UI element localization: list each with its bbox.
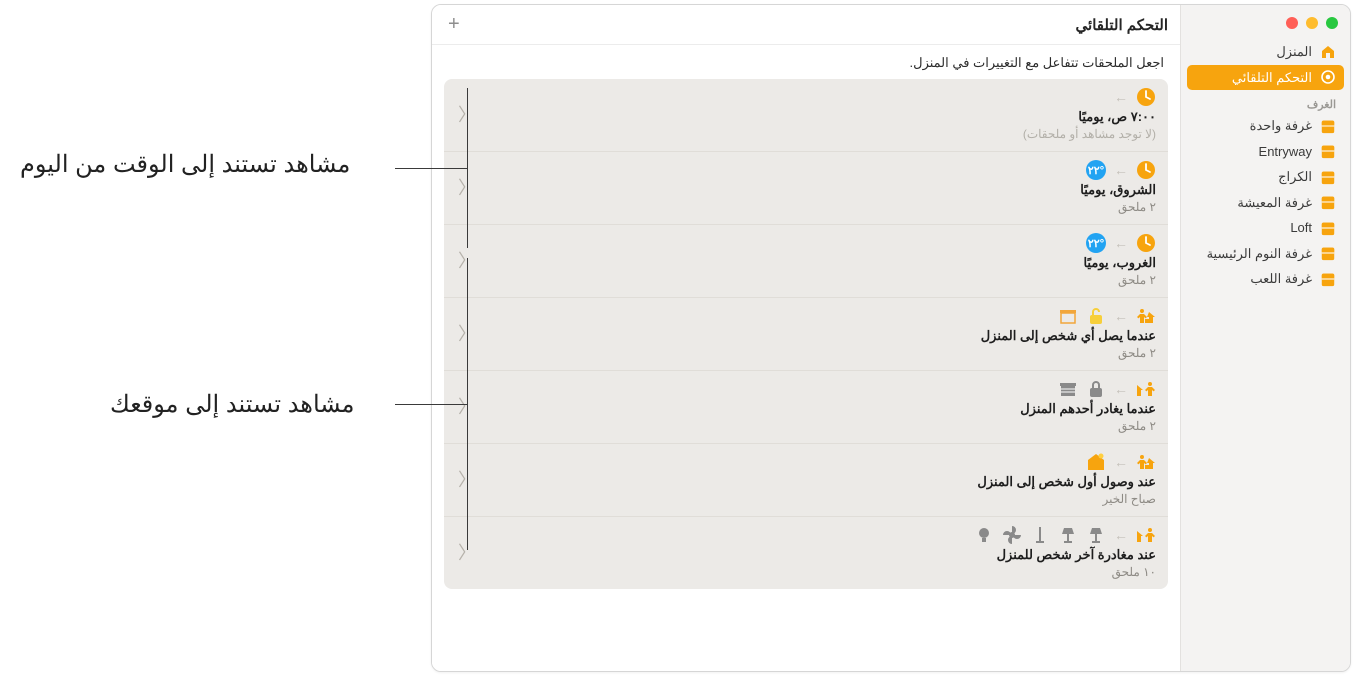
page-title: التحكم التلقائي: [1076, 16, 1168, 34]
bracket-location: [467, 258, 468, 550]
sidebar-item-room[interactable]: Entryway: [1181, 139, 1350, 165]
automation-meta: ٢ ملحق: [478, 200, 1156, 214]
arrow-icon: ←: [1114, 454, 1128, 470]
main-pane: التحكم التلقائي + اجعل الملحقات تتفاعل م…: [432, 5, 1180, 671]
titlebar: التحكم التلقائي +: [432, 5, 1180, 45]
person-leave-icon: [1136, 525, 1156, 545]
automation-meta: (لا توجد مشاهد أو ملحقات): [478, 127, 1156, 141]
automation-meta: ٢ ملحق: [478, 419, 1156, 433]
lamp-icon: [1058, 525, 1078, 545]
callout-time: مشاهد تستند إلى الوقت من اليوم: [20, 150, 350, 179]
bulb-icon: [974, 525, 994, 545]
lead-time: [395, 168, 467, 169]
sidebar-item-home[interactable]: المنزل: [1181, 39, 1350, 65]
sidebar-item-room[interactable]: غرفة واحدة: [1181, 113, 1350, 139]
room-icon: [1320, 194, 1336, 210]
stick-icon: [1030, 525, 1050, 545]
automation-row[interactable]: ←°٢٢ الشروق، يوميًا ٢ ملحق 〈: [444, 152, 1168, 225]
garage-open-icon: [1058, 306, 1078, 326]
bracket-time: [467, 88, 468, 248]
arrow-icon: ←: [1114, 527, 1128, 543]
sidebar-label-automation: التحكم التلقائي: [1232, 68, 1312, 88]
automation-title: الشروق، يوميًا: [478, 182, 1156, 198]
sidebar-rooms-header: الغرف: [1181, 90, 1350, 113]
sidebar-item-room[interactable]: غرفة النوم الرئيسية: [1181, 241, 1350, 267]
sidebar: المنزل التحكم التلقائي الغرف غرفة واحدة E…: [1180, 5, 1350, 671]
room-icon: [1320, 143, 1336, 159]
callout-location: مشاهد تستند إلى موقعك: [110, 390, 355, 419]
sidebar-room-label: غرفة النوم الرئيسية: [1207, 244, 1312, 264]
clock-icon: [1136, 233, 1156, 253]
automation-title: عند وصول أول شخص إلى المنزل: [478, 474, 1156, 490]
person-arrive-icon: [1136, 306, 1156, 326]
temp-icon: °٢٢: [1086, 233, 1106, 253]
lamp-icon: [1086, 525, 1106, 545]
unlock-icon: [1086, 306, 1106, 326]
arrow-icon: ←: [1114, 89, 1128, 105]
automation-meta: ٢ ملحق: [478, 273, 1156, 287]
arrow-icon: ←: [1114, 381, 1128, 397]
clock-icon: [1136, 160, 1156, 180]
person-arrive-icon: [1136, 452, 1156, 472]
sidebar-item-room[interactable]: غرفة اللعب: [1181, 266, 1350, 292]
automation-meta: صباح الخير: [478, 492, 1156, 506]
minimize-icon[interactable]: [1306, 17, 1318, 29]
sidebar-room-label: Entryway: [1259, 142, 1312, 162]
arrow-icon: ←: [1114, 162, 1128, 178]
room-icon: [1320, 118, 1336, 134]
automation-row[interactable]: ← ٧:٠٠ ص، يوميًا (لا توجد مشاهد أو ملحقا…: [444, 79, 1168, 152]
arrow-icon: ←: [1114, 308, 1128, 324]
lock-icon: [1086, 379, 1106, 399]
automation-meta: ١٠ ملحق: [478, 565, 1156, 579]
sidebar-room-label: غرفة المعيشة: [1237, 193, 1312, 213]
clock-icon: [1136, 87, 1156, 107]
sidebar-room-label: غرفة اللعب: [1250, 269, 1312, 289]
temp-icon: °٢٢: [1086, 160, 1106, 180]
person-leave-icon: [1136, 379, 1156, 399]
app-window: المنزل التحكم التلقائي الغرف غرفة واحدة E…: [431, 4, 1351, 672]
sidebar-item-automation[interactable]: التحكم التلقائي: [1187, 65, 1344, 91]
automation-title: عندما يصل أي شخص إلى المنزل: [478, 328, 1156, 344]
automation-row[interactable]: ← عند وصول أول شخص إلى المنزل صباح الخير…: [444, 444, 1168, 517]
fan-icon: [1002, 525, 1022, 545]
sidebar-room-label: Loft: [1290, 218, 1312, 238]
automation-title: الغروب، يوميًا: [478, 255, 1156, 271]
automation-icon: [1320, 69, 1336, 85]
sidebar-room-label: غرفة واحدة: [1250, 116, 1312, 136]
automation-title: عندما يغادر أحدهم المنزل: [478, 401, 1156, 417]
sidebar-item-room[interactable]: Loft: [1181, 215, 1350, 241]
automation-list: ← ٧:٠٠ ص، يوميًا (لا توجد مشاهد أو ملحقا…: [444, 79, 1168, 589]
garage-closed-icon: [1058, 379, 1078, 399]
lead-location: [395, 404, 467, 405]
automation-row[interactable]: ←°٢٢ الغروب، يوميًا ٢ ملحق 〈: [444, 225, 1168, 298]
arrow-icon: ←: [1114, 235, 1128, 251]
automation-row[interactable]: ← عند مغادرة آخر شخص للمنزل ١٠ ملحق 〈: [444, 517, 1168, 589]
sidebar-item-room[interactable]: غرفة المعيشة: [1181, 190, 1350, 216]
room-icon: [1320, 169, 1336, 185]
scene-home-icon: [1086, 452, 1106, 472]
automation-title: عند مغادرة آخر شخص للمنزل: [478, 547, 1156, 563]
sidebar-label-home: المنزل: [1276, 42, 1312, 62]
page-subtitle: اجعل الملحقات تتفاعل مع التغييرات في الم…: [432, 45, 1180, 79]
window-controls: [1181, 13, 1350, 39]
room-icon: [1320, 220, 1336, 236]
sidebar-item-room[interactable]: الكراج: [1181, 164, 1350, 190]
fullscreen-icon[interactable]: [1326, 17, 1338, 29]
automation-meta: ٢ ملحق: [478, 346, 1156, 360]
room-icon: [1320, 271, 1336, 287]
sidebar-room-label: الكراج: [1278, 167, 1312, 187]
close-icon[interactable]: [1286, 17, 1298, 29]
automation-row[interactable]: ← عندما يصل أي شخص إلى المنزل ٢ ملحق 〈: [444, 298, 1168, 371]
add-button[interactable]: +: [444, 13, 464, 36]
automation-row[interactable]: ← عندما يغادر أحدهم المنزل ٢ ملحق 〈: [444, 371, 1168, 444]
automation-title: ٧:٠٠ ص، يوميًا: [478, 109, 1156, 125]
room-icon: [1320, 245, 1336, 261]
home-icon: [1320, 44, 1336, 60]
